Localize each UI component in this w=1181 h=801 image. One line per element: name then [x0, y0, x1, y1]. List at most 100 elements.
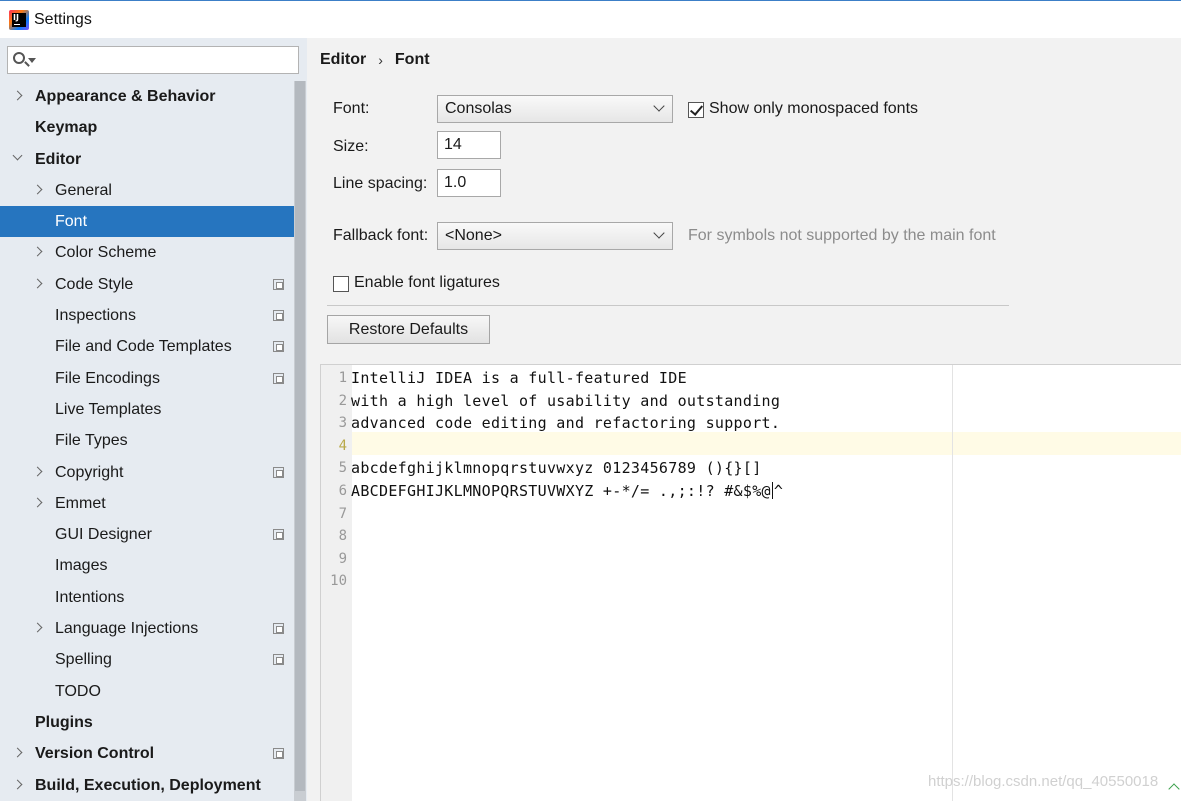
sidebar-item-file-types[interactable]: File Types — [0, 425, 307, 456]
sidebar-item-keymap[interactable]: Keymap — [0, 112, 307, 143]
monospaced-label[interactable]: Show only monospaced fonts — [709, 100, 918, 118]
chevron-right-icon[interactable] — [32, 247, 43, 257]
size-field[interactable]: 14 — [437, 131, 501, 159]
chevron-right-icon[interactable] — [32, 497, 43, 508]
settings-search-input[interactable] — [7, 46, 299, 74]
fallback-font-combobox[interactable]: <None> — [437, 222, 673, 250]
font-preview-editor[interactable]: 1 IntelliJ IDEA is a full-featured IDE 2 wi… — [320, 364, 1181, 801]
sidebar-item-label: File Types — [55, 432, 128, 450]
chevron-right-icon[interactable] — [12, 90, 23, 101]
sidebar-item-label: File Encodings — [55, 369, 160, 387]
sidebar-item-version-control[interactable]: Version Control — [0, 738, 307, 769]
ligatures-checkbox[interactable] — [333, 276, 349, 292]
sidebar-item-label: General — [55, 181, 112, 199]
sidebar-item-live-templates[interactable]: Live Templates — [0, 394, 307, 425]
line-number: 10 — [330, 573, 347, 590]
code-text: abcdefghijklmnopqrstuvwxyz 0123456789 ()… — [351, 459, 762, 478]
monospaced-checkbox[interactable] — [688, 102, 704, 118]
sidebar-item-file-and-code-templates[interactable]: File and Code Templates — [0, 331, 307, 362]
line-number: 3 — [338, 415, 347, 432]
code-line: 4 — [321, 435, 1181, 458]
sidebar-item-inspections[interactable]: Inspections — [0, 300, 307, 331]
line-number: 2 — [338, 392, 347, 409]
line-number: 4 — [338, 437, 347, 454]
code-line: 2 with a high level of usability and outs… — [321, 390, 1181, 413]
code-text: with a high level of usability and outst… — [351, 391, 781, 410]
sidebar-item-color-scheme[interactable]: Color Scheme — [0, 237, 307, 268]
sidebar-item-font[interactable]: Font — [0, 206, 306, 238]
line-number: 9 — [338, 550, 347, 567]
settings-content: Editor › Font Font: Consolas Show only m… — [307, 38, 1181, 801]
project-level-icon — [273, 341, 284, 353]
chevron-right-icon[interactable] — [32, 622, 43, 633]
sidebar-item-editor[interactable]: Editor — [0, 144, 307, 175]
sidebar-item-label: Inspections — [55, 307, 136, 325]
line-number: 1 — [338, 370, 347, 386]
line-number: 7 — [338, 505, 347, 522]
code-line: 5 abcdefghijklmnopqrstuvwxyz 0123456789 (… — [321, 457, 1181, 480]
chevron-right-icon[interactable] — [32, 466, 43, 477]
sidebar-item-label: Plugins — [35, 713, 93, 731]
chevron-right-icon[interactable] — [12, 779, 23, 789]
sidebar-item-label: Color Scheme — [55, 244, 157, 262]
project-level-icon — [273, 278, 284, 290]
sidebar-item-copyright[interactable]: Copyright — [0, 457, 307, 488]
ligatures-label[interactable]: Enable font ligatures — [354, 274, 500, 292]
search-options-dropdown-icon[interactable] — [28, 58, 36, 63]
breadcrumb-parent[interactable]: Editor — [320, 51, 366, 69]
intellij-app-icon: IJ — [9, 9, 29, 30]
watermark: https://blog.csdn.net/qq_40550018 — [928, 773, 1159, 790]
sidebar-item-file-encodings[interactable]: File Encodings — [0, 363, 307, 394]
chevron-right-icon[interactable] — [32, 184, 43, 195]
chevron-down-icon — [653, 100, 665, 112]
code-text: IntelliJ IDEA is a full-featured IDE — [351, 369, 687, 387]
search-icon[interactable] — [13, 52, 25, 64]
line-number: 6 — [338, 483, 347, 499]
sidebar-item-emmet[interactable]: Emmet — [0, 488, 307, 519]
code-line: 9 — [321, 548, 1181, 571]
sidebar-item-general[interactable]: General — [0, 175, 307, 206]
section-divider — [327, 305, 1009, 306]
project-level-icon — [273, 623, 284, 635]
sidebar-scrollbar-thumb[interactable] — [295, 81, 305, 791]
sidebar-item-label: Spelling — [55, 651, 112, 669]
chevron-right-icon[interactable] — [12, 747, 23, 758]
sidebar-scrollbar[interactable] — [294, 81, 306, 801]
sidebar-item-label: File and Code Templates — [55, 338, 232, 356]
sidebar-item-spelling[interactable]: Spelling — [0, 644, 307, 675]
chevron-right-icon[interactable] — [32, 278, 43, 289]
code-text: advanced code editing and refactoring su… — [351, 414, 781, 433]
sidebar-item-appearance-behavior[interactable]: Appearance & Behavior — [0, 81, 307, 112]
sidebar-item-label: Emmet — [55, 494, 106, 512]
sidebar-item-build-execution-deployment[interactable]: Build, Execution, Deployment — [0, 770, 307, 801]
sidebar-item-label: Appearance & Behavior — [35, 88, 216, 105]
code-line: 1 IntelliJ IDEA is a full-featured IDE — [321, 367, 1181, 390]
sidebar-item-label: TODO — [55, 682, 101, 700]
sidebar-item-todo[interactable]: TODO — [0, 676, 307, 707]
code-line: 10 — [321, 570, 1181, 593]
font-label: Font: — [333, 100, 370, 117]
project-level-icon — [273, 748, 284, 760]
sidebar-item-label: Live Templates — [55, 400, 162, 418]
sidebar-item-images[interactable]: Images — [0, 550, 307, 581]
settings-tree: Appearance & Behavior Keymap Editor General… — [0, 81, 307, 801]
fallback-font-combobox-value: <None> — [445, 227, 502, 244]
restore-defaults-button[interactable]: Restore Defaults — [327, 315, 490, 344]
chevron-down-icon[interactable] — [12, 150, 23, 161]
sidebar-item-label: Keymap — [35, 119, 98, 137]
code-line: 8 — [321, 525, 1181, 548]
line-number: 8 — [338, 528, 347, 545]
sidebar-item-gui-designer[interactable]: GUI Designer — [0, 519, 307, 550]
code-text: ABCDEFGHIJKLMNOPQRSTUVWXYZ +-*/= .,;:!? … — [351, 482, 784, 500]
sidebar-item-language-injections[interactable]: Language Injections — [0, 613, 307, 644]
sidebar-item-plugins[interactable]: Plugins — [0, 707, 307, 738]
sidebar-item-label: Font — [55, 213, 88, 231]
project-level-icon — [273, 529, 284, 541]
sidebar-item-label: Images — [55, 557, 108, 575]
sidebar-item-code-style[interactable]: Code Style — [0, 269, 307, 300]
font-combobox[interactable]: Consolas — [437, 95, 673, 123]
code-line: 6 ABCDEFGHIJKLMNOPQRSTUVWXYZ +-*/= .,;:!?… — [321, 480, 1181, 503]
sidebar-item-label: Editor — [35, 150, 82, 168]
sidebar-item-intentions[interactable]: Intentions — [0, 582, 307, 613]
line-spacing-field[interactable]: 1.0 — [437, 169, 501, 197]
